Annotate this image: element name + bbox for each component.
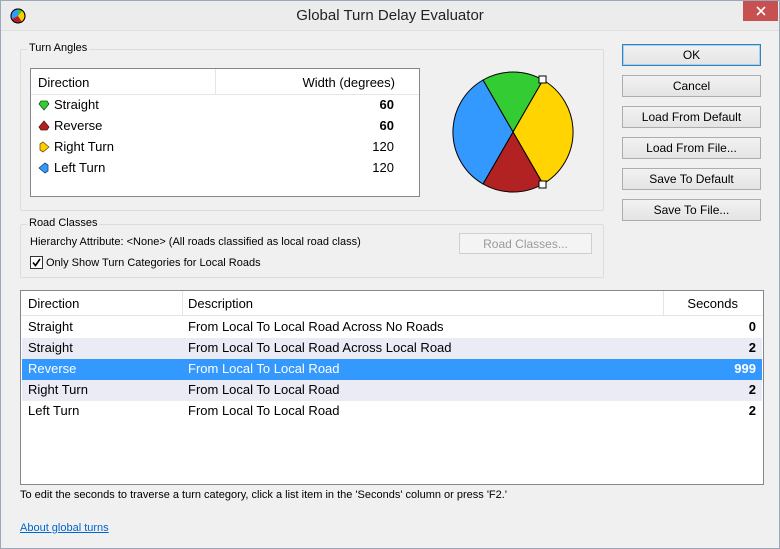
row-description: From Local To Local Road <box>188 361 340 376</box>
edit-instructions-text: To edit the seconds to traverse a turn c… <box>20 489 507 501</box>
save-to-file-button[interactable]: Save To File... <box>622 199 761 221</box>
hierarchy-attribute-text: Hierarchy Attribute: <None> (All roads c… <box>30 236 361 248</box>
turn-delays-list[interactable]: Direction Description Seconds Straight F… <box>20 290 764 485</box>
turn-angle-width: 60 <box>379 118 394 133</box>
local-roads-checkbox[interactable] <box>30 256 43 269</box>
turn-angle-row-straight[interactable]: Straight 60 <box>31 95 419 116</box>
row-description: From Local To Local Road Across Local Ro… <box>188 340 452 355</box>
delays-seconds-column-header[interactable]: Seconds <box>687 296 738 311</box>
turn-angle-direction: Right Turn <box>54 139 114 154</box>
turn-angle-direction: Straight <box>54 97 99 112</box>
close-button[interactable] <box>743 1 778 21</box>
cancel-button[interactable]: Cancel <box>622 75 761 97</box>
table-row-selected[interactable]: Reverse From Local To Local Road 999 <box>22 359 762 380</box>
row-direction: Reverse <box>28 361 77 376</box>
row-seconds[interactable]: 0 <box>749 319 756 334</box>
turn-angle-width: 120 <box>372 160 394 175</box>
close-icon <box>755 6 766 16</box>
table-row[interactable]: Right Turn From Local To Local Road 2 <box>22 380 762 401</box>
row-description: From Local To Local Road Across No Roads <box>188 319 444 334</box>
turn-angle-pie[interactable] <box>447 71 579 193</box>
road-classes-group-label: Road Classes <box>27 217 100 229</box>
turn-angles-header: Direction Width (degrees) <box>31 69 419 95</box>
about-global-turns-link[interactable]: About global turns <box>20 522 109 534</box>
direction-column-header[interactable]: Direction <box>38 75 89 90</box>
turn-angle-direction: Reverse <box>54 118 103 133</box>
row-direction: Straight <box>28 340 73 355</box>
straight-gem-icon <box>38 100 50 111</box>
turn-angle-row-left-turn[interactable]: Left Turn 120 <box>31 158 419 179</box>
delays-direction-column-header[interactable]: Direction <box>28 296 79 311</box>
reverse-gem-icon <box>38 120 50 131</box>
turn-angle-row-reverse[interactable]: Reverse 60 <box>31 116 419 137</box>
row-description: From Local To Local Road <box>188 403 340 418</box>
row-seconds[interactable]: 2 <box>749 382 756 397</box>
window-title: Global Turn Delay Evaluator <box>296 7 484 24</box>
save-to-default-button[interactable]: Save To Default <box>622 168 761 190</box>
table-row[interactable]: Straight From Local To Local Road Across… <box>22 317 762 338</box>
table-row[interactable]: Straight From Local To Local Road Across… <box>22 338 762 359</box>
row-description: From Local To Local Road <box>188 382 340 397</box>
load-from-default-button[interactable]: Load From Default <box>622 106 761 128</box>
row-direction: Left Turn <box>28 403 80 418</box>
table-row[interactable]: Left Turn From Local To Local Road 2 <box>22 401 762 422</box>
checkmark-icon <box>32 258 41 267</box>
turn-angle-width: 120 <box>372 139 394 154</box>
width-column-header[interactable]: Width (degrees) <box>303 75 395 90</box>
delays-description-column-header[interactable]: Description <box>188 296 253 311</box>
road-classes-button[interactable]: Road Classes... <box>459 233 592 254</box>
turn-angle-width: 60 <box>379 97 394 112</box>
turn-angle-direction: Left Turn <box>54 160 106 175</box>
row-seconds[interactable]: 999 <box>734 361 756 376</box>
right-turn-gem-icon <box>39 141 50 153</box>
row-direction: Straight <box>28 319 73 334</box>
turn-angles-group-label: Turn Angles <box>27 42 90 54</box>
pie-handle-bottom-right[interactable] <box>538 180 547 189</box>
row-direction: Right Turn <box>28 382 88 397</box>
row-seconds[interactable]: 2 <box>749 403 756 418</box>
left-turn-gem-icon <box>38 162 49 174</box>
turn-angle-row-right-turn[interactable]: Right Turn 120 <box>31 137 419 158</box>
local-roads-checkbox-label[interactable]: Only Show Turn Categories for Local Road… <box>46 257 261 269</box>
turn-angles-list[interactable]: Direction Width (degrees) Straight 60 Re… <box>30 68 420 197</box>
row-seconds[interactable]: 2 <box>749 340 756 355</box>
pie-handle-top-right[interactable] <box>538 75 547 84</box>
title-bar: Global Turn Delay Evaluator <box>1 1 779 31</box>
ok-button[interactable]: OK <box>622 44 761 66</box>
load-from-file-button[interactable]: Load From File... <box>622 137 761 159</box>
turn-delays-header: Direction Description Seconds <box>21 291 763 316</box>
dialog-window: Global Turn Delay Evaluator Turn Angles … <box>0 0 780 549</box>
